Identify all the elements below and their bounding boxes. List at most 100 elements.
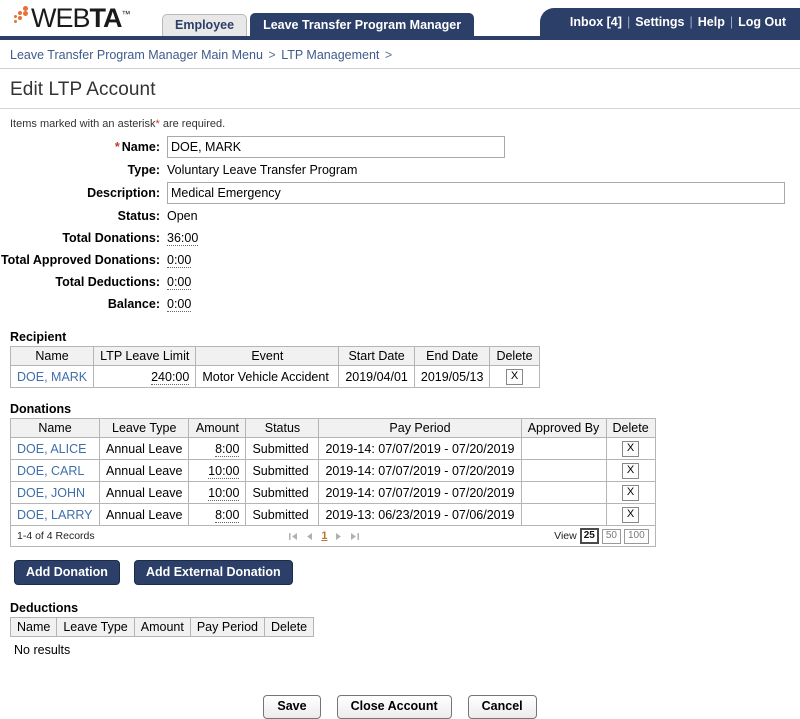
page-number-1[interactable]: 1 xyxy=(321,530,327,542)
deductions-section: Deductions Name Leave Type Amount Pay Pe… xyxy=(9,601,800,657)
delete-donation-button[interactable]: X xyxy=(621,507,640,523)
table-row: DOE, LARRY Annual Leave 8:00 Submitted 2… xyxy=(10,503,656,526)
breadcrumb-separator: > xyxy=(384,48,393,62)
donation-name-link[interactable]: DOE, LARRY xyxy=(17,508,93,522)
donation-cell-pay-period: 2019-14: 07/07/2019 - 07/20/2019 xyxy=(318,437,522,460)
total-approved-donations-value: 0:00 xyxy=(167,253,192,268)
last-page-icon[interactable] xyxy=(350,532,360,541)
recipient-leave-limit-value: 240:00 xyxy=(151,369,190,385)
table-row: DOE, ALICE Annual Leave 8:00 Submitted 2… xyxy=(10,437,656,460)
deductions-col-amount: Amount xyxy=(133,617,191,637)
name-label: * Name: xyxy=(0,140,167,154)
donation-cell-status: Submitted xyxy=(245,481,320,504)
nav-settings[interactable]: Settings xyxy=(631,8,688,36)
nav-inbox[interactable]: Inbox [4] xyxy=(566,8,626,36)
recipient-col-event: Event xyxy=(195,346,340,366)
breadcrumb-item-ltp-management[interactable]: LTP Management xyxy=(281,48,379,62)
recipient-col-start-date: Start Date xyxy=(338,346,415,366)
page-size-100[interactable]: 100 xyxy=(623,528,649,544)
first-page-icon[interactable] xyxy=(289,532,298,541)
logo-dots-icon xyxy=(14,6,30,32)
donation-cell-approved-by xyxy=(520,437,607,460)
table-row: DOE, JOHN Annual Leave 10:00 Submitted 2… xyxy=(10,481,656,504)
name-label-text: Name: xyxy=(121,140,160,154)
donation-cell-name: DOE, JOHN xyxy=(10,481,100,504)
donations-table: Name Leave Type Amount Status Pay Period… xyxy=(10,418,656,547)
webta-logo: WEBTA™ xyxy=(14,2,131,32)
breadcrumb-item-main-menu[interactable]: Leave Transfer Program Manager Main Menu xyxy=(10,48,263,62)
save-button[interactable]: Save xyxy=(263,695,321,719)
donation-cell-name: DOE, LARRY xyxy=(10,503,100,526)
field-row-type: Type: Voluntary Leave Transfer Program xyxy=(0,160,800,180)
page-size-50[interactable]: 50 xyxy=(601,528,621,544)
balance-label: Balance: xyxy=(107,297,160,311)
required-note-text: Items marked with an asterisk xyxy=(10,118,156,130)
previous-page-icon[interactable] xyxy=(305,532,314,541)
donations-col-amount: Amount xyxy=(188,418,247,438)
page-title: Edit LTP Account xyxy=(0,69,800,109)
delete-recipient-button[interactable]: X xyxy=(505,369,524,385)
deductions-empty-message: No results xyxy=(14,643,71,657)
field-row-name: * Name: xyxy=(0,136,800,158)
deductions-col-pay-period: Pay Period xyxy=(189,617,266,637)
nav-help[interactable]: Help xyxy=(694,8,729,36)
donations-col-leave-type: Leave Type xyxy=(98,418,190,438)
donations-col-status: Status xyxy=(245,418,320,438)
donation-amount-value: 8:00 xyxy=(215,441,240,457)
required-note-suffix: are required. xyxy=(159,118,226,130)
donation-cell-leave-type: Annual Leave xyxy=(98,437,190,460)
donation-cell-approved-by xyxy=(520,459,607,482)
donation-cell-pay-period: 2019-13: 06/23/2019 - 07/06/2019 xyxy=(318,503,522,526)
breadcrumb: Leave Transfer Program Manager Main Menu… xyxy=(0,40,800,69)
add-external-donation-button[interactable]: Add External Donation xyxy=(133,560,293,585)
tab-employee[interactable]: Employee xyxy=(162,14,248,36)
donation-cell-pay-period: 2019-14: 07/07/2019 - 07/20/2019 xyxy=(318,459,522,482)
recipient-table-header-row: Name LTP Leave Limit Event Start Date En… xyxy=(9,346,540,366)
donation-cell-delete: X xyxy=(605,459,656,482)
type-label: Type: xyxy=(127,163,160,177)
donations-col-approved-by: Approved By xyxy=(520,418,607,438)
recipient-col-name: Name xyxy=(9,346,95,366)
add-donation-button[interactable]: Add Donation xyxy=(14,560,120,585)
records-count: 1-4 of 4 Records xyxy=(17,530,95,542)
donation-name-link[interactable]: DOE, JOHN xyxy=(17,486,85,500)
delete-donation-button[interactable]: X xyxy=(621,441,640,457)
donation-cell-amount: 8:00 xyxy=(188,437,247,460)
logo-wordmark: WEBTA™ xyxy=(31,1,131,32)
field-row-description: Description: xyxy=(0,182,800,204)
deductions-col-leave-type: Leave Type xyxy=(56,617,135,637)
recipient-name-link[interactable]: DOE, MARK xyxy=(17,370,87,384)
donation-actions: Add Donation Add External Donation xyxy=(14,560,800,585)
tab-employee-label: Employee xyxy=(175,18,235,32)
total-donations-label: Total Donations: xyxy=(62,231,160,245)
donation-cell-amount: 10:00 xyxy=(188,459,247,482)
balance-value: 0:00 xyxy=(167,297,192,312)
deductions-col-delete: Delete xyxy=(263,617,315,637)
view-label: View xyxy=(554,530,577,542)
close-account-button[interactable]: Close Account xyxy=(336,695,452,719)
description-label: Description: xyxy=(87,186,160,200)
logo-text-light: WEB xyxy=(31,3,91,33)
form-footer-actions: Save Close Account Cancel xyxy=(0,695,800,719)
donation-cell-name: DOE, CARL xyxy=(10,459,100,482)
name-input[interactable] xyxy=(167,136,505,158)
next-page-icon[interactable] xyxy=(334,532,343,541)
delete-donation-button[interactable]: X xyxy=(621,463,640,479)
donations-section: Donations Name Leave Type Amount Status … xyxy=(10,402,800,547)
deductions-table-header-row: Name Leave Type Amount Pay Period Delete xyxy=(9,617,315,637)
app-header: WEBTA™ Employee Leave Transfer Program M… xyxy=(0,0,800,40)
deductions-col-name: Name xyxy=(9,617,58,637)
donation-cell-delete: X xyxy=(605,481,656,504)
recipient-col-delete: Delete xyxy=(489,346,540,366)
page-size-25[interactable]: 25 xyxy=(579,528,599,544)
donation-name-link[interactable]: DOE, CARL xyxy=(17,464,84,478)
donation-name-link[interactable]: DOE, ALICE xyxy=(17,442,86,456)
tab-leave-transfer-program-manager[interactable]: Leave Transfer Program Manager xyxy=(250,13,475,36)
cancel-button[interactable]: Cancel xyxy=(467,695,537,719)
donation-cell-delete: X xyxy=(605,437,656,460)
description-input[interactable] xyxy=(167,182,785,204)
donations-col-delete: Delete xyxy=(605,418,656,438)
delete-donation-button[interactable]: X xyxy=(621,485,640,501)
nav-log-out[interactable]: Log Out xyxy=(734,8,790,36)
field-row-total-donations: Total Donations: 36:00 xyxy=(0,228,800,248)
